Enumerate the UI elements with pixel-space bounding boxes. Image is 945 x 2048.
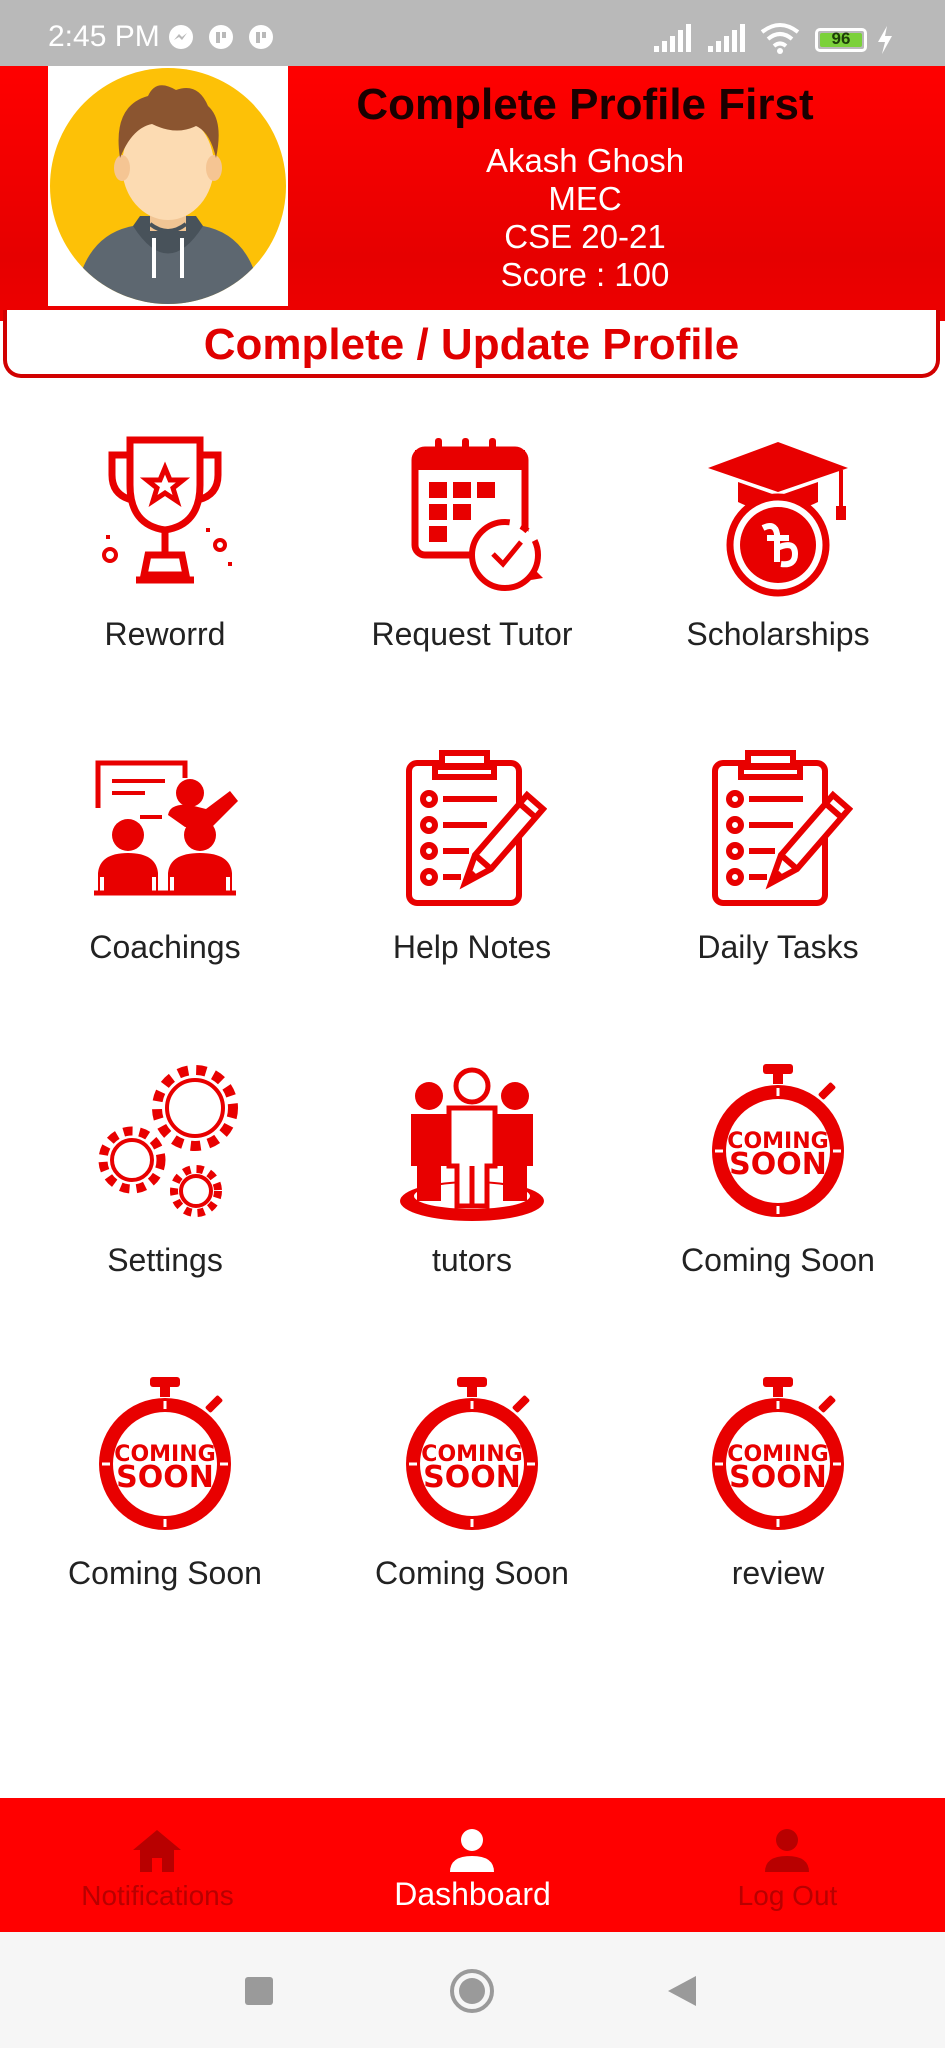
person-icon <box>442 1826 502 1876</box>
nav-label: Notifications <box>81 1880 234 1911</box>
nav-label: Dashboard <box>394 1876 551 1912</box>
grid-item-reworrd[interactable]: Reworrd <box>15 430 315 660</box>
grid-item-coming-soon[interactable]: COMING SOON Coming Soon <box>15 1369 315 1599</box>
grid-item-coming-soon[interactable]: COMING SOON Coming Soon <box>322 1369 622 1599</box>
user-name: Akash Ghosh <box>485 142 685 179</box>
app-notification-icon <box>248 24 274 55</box>
grid-item-label: Request Tutor <box>371 616 573 652</box>
grid-item-label: Coming Soon <box>681 1242 875 1278</box>
grid-item-label: Help Notes <box>392 929 552 965</box>
graduation-cap-icon <box>703 430 853 600</box>
bottom-navigation: Notifications Dashboard Log Out <box>0 1798 945 1932</box>
grid-item-daily-tasks[interactable]: Daily Tasks <box>628 743 928 973</box>
app-notification-icon <box>208 24 234 55</box>
home-icon <box>127 1826 187 1876</box>
person-icon <box>757 1826 817 1876</box>
messenger-icon <box>168 24 194 55</box>
nav-item-dashboard[interactable]: Dashboard <box>315 1798 630 1932</box>
back-icon[interactable] <box>666 1974 698 2008</box>
grid-item-tutors[interactable]: tutors <box>322 1056 622 1286</box>
grid-item-help-notes[interactable]: Help Notes <box>322 743 622 973</box>
grid-item-label: Coming Soon <box>68 1555 262 1591</box>
signal-icon <box>654 24 694 59</box>
trophy-icon <box>90 430 240 600</box>
grid-item-label: Coming Soon <box>375 1555 569 1591</box>
signal-icon <box>708 24 748 59</box>
grid-item-coming-soon[interactable]: COMING SOON Coming Soon <box>628 1056 928 1286</box>
user-avatar-icon <box>50 68 286 304</box>
coming-soon-icon: COMING SOON <box>90 1369 240 1539</box>
coming-soon-text: SOON <box>423 1460 521 1495</box>
system-navigation-bar <box>0 1932 945 2048</box>
grid-item-label: tutors <box>431 1242 513 1278</box>
charging-icon <box>876 26 894 59</box>
nav-item-logout[interactable]: Log Out <box>630 1798 945 1932</box>
nav-item-notifications[interactable]: Notifications <box>0 1798 315 1932</box>
grid-item-label: Daily Tasks <box>697 929 859 965</box>
calendar-clock-icon <box>397 430 547 600</box>
grid-item-label: Reworrd <box>104 616 226 652</box>
recents-icon[interactable] <box>244 1976 274 2006</box>
wifi-icon <box>760 22 800 59</box>
clipboard-pencil-icon <box>397 743 548 913</box>
battery-level: 96 <box>831 29 851 48</box>
coming-soon-icon: COMING SOON <box>703 1369 853 1539</box>
battery-icon: 96 <box>815 28 867 52</box>
grid-item-review[interactable]: COMING SOON review <box>628 1369 928 1599</box>
grid-item-coachings[interactable]: Coachings <box>15 743 315 973</box>
classroom-icon <box>90 743 240 913</box>
status-bar: 2:45 PM 96 <box>0 0 945 66</box>
header-title: Complete Profile First <box>356 80 814 129</box>
nav-label: Log Out <box>737 1880 838 1911</box>
grid-item-label: review <box>731 1555 825 1591</box>
coming-soon-icon: COMING SOON <box>397 1369 547 1539</box>
grid-item-label: Settings <box>107 1242 223 1278</box>
complete-profile-button[interactable]: Complete / Update Profile <box>3 310 940 378</box>
avatar[interactable] <box>48 66 288 306</box>
user-score: Score : 100 <box>500 256 670 293</box>
grid-item-scholarships[interactable]: Scholarships <box>628 430 928 660</box>
group-icon <box>397 1056 547 1226</box>
grid-item-label: Scholarships <box>686 616 870 652</box>
grid-item-label: Coachings <box>89 929 241 965</box>
grid-item-settings[interactable]: Settings <box>15 1056 315 1286</box>
coming-soon-text: SOON <box>729 1147 827 1182</box>
user-institute: MEC <box>548 180 622 217</box>
home-button-icon[interactable] <box>449 1968 495 2014</box>
coming-soon-text: SOON <box>729 1460 827 1495</box>
grid-item-request-tutor[interactable]: Request Tutor <box>322 430 622 660</box>
clipboard-pencil-icon <box>703 743 854 913</box>
user-batch: CSE 20-21 <box>504 218 666 255</box>
profile-header: Complete Profile First Akash Ghosh MEC C… <box>0 66 945 321</box>
gears-icon <box>90 1056 240 1226</box>
status-time: 2:45 PM <box>48 20 160 53</box>
coming-soon-icon: COMING SOON <box>703 1056 853 1226</box>
coming-soon-text: SOON <box>116 1460 214 1495</box>
